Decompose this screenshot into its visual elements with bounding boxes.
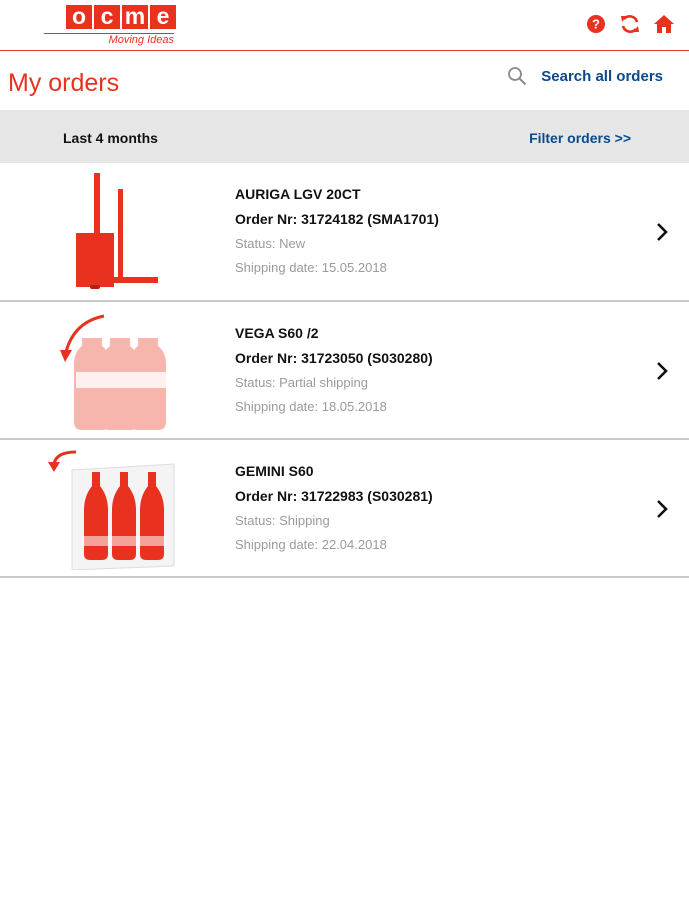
logo-letter: c [94, 5, 120, 29]
ocme-logo[interactable]: o c m e Moving Ideas [44, 5, 178, 47]
filter-bar: Last 4 months Filter orders >> [0, 110, 689, 163]
product-name: VEGA S60 /2 [235, 325, 319, 341]
bottle-tray-icon [48, 450, 175, 570]
order-status: Status: Partial shipping [235, 375, 368, 390]
order-row[interactable]: VEGA S60 /2 Order Nr: 31723050 (S030280)… [0, 302, 689, 440]
logo-letter: m [122, 5, 148, 29]
chevron-right-icon [657, 362, 668, 380]
product-name: AURIGA LGV 20CT [235, 186, 361, 202]
refresh-icon[interactable] [619, 13, 641, 35]
logo-letter: o [66, 5, 92, 29]
home-icon[interactable] [653, 13, 675, 35]
help-icon[interactable]: ? [585, 13, 607, 35]
search-icon [508, 67, 527, 86]
search-all-orders-button[interactable]: Search all orders [507, 66, 663, 86]
shipping-date: Shipping date: 15.05.2018 [235, 260, 387, 275]
order-number: Order Nr: 31724182 (SMA1701) [235, 211, 439, 227]
search-label: Search all orders [541, 67, 663, 85]
order-status: Status: Shipping [235, 513, 330, 528]
period-label: Last 4 months [63, 130, 158, 146]
logo-letter: e [150, 5, 176, 29]
order-row[interactable]: GEMINI S60 Order Nr: 31722983 (S030281) … [0, 440, 689, 578]
header-actions: ? [585, 13, 675, 35]
product-name: GEMINI S60 [235, 463, 314, 479]
title-row: My orders Search all orders [0, 51, 689, 109]
shipping-date: Shipping date: 22.04.2018 [235, 537, 387, 552]
chevron-right-icon [657, 223, 668, 241]
order-info: VEGA S60 /2 Order Nr: 31723050 (S030280)… [235, 325, 433, 423]
forklift-icon [76, 173, 158, 289]
logo-tagline: Moving Ideas [108, 34, 174, 46]
shipping-date: Shipping date: 18.05.2018 [235, 399, 387, 414]
order-row[interactable]: AURIGA LGV 20CT Order Nr: 31724182 (SMA1… [0, 163, 689, 302]
logo-word: o c m e [66, 5, 178, 29]
order-info: GEMINI S60 Order Nr: 31722983 (S030281) … [235, 463, 433, 561]
order-status: Status: New [235, 236, 306, 251]
order-number: Order Nr: 31723050 (S030280) [235, 350, 433, 366]
bottle-pack-icon [60, 314, 166, 430]
order-list: AURIGA LGV 20CT Order Nr: 31724182 (SMA1… [0, 163, 689, 578]
top-bar: o c m e Moving Ideas ? [0, 0, 689, 51]
order-number: Order Nr: 31722983 (S030281) [235, 488, 433, 504]
chevron-right-icon [657, 500, 668, 518]
order-info: AURIGA LGV 20CT Order Nr: 31724182 (SMA1… [235, 186, 439, 284]
filter-orders-link[interactable]: Filter orders >> [529, 130, 631, 146]
svg-text:?: ? [592, 17, 600, 32]
page-title: My orders [8, 69, 120, 97]
